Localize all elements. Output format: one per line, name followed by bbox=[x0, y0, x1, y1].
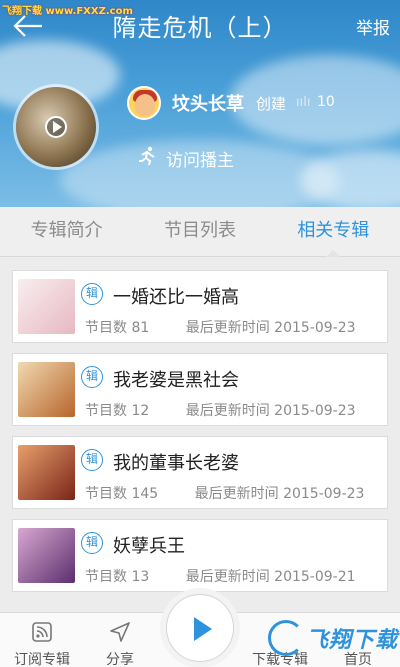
play-icon bbox=[194, 617, 212, 641]
album-title: 妖孽兵王 bbox=[113, 536, 185, 557]
list-item[interactable]: 辑 我的董事长老婆 节目数 145 最后更新时间 2015-09-23 bbox=[12, 436, 388, 509]
send-icon bbox=[110, 622, 130, 642]
headphones-icon: ıılı bbox=[296, 95, 311, 110]
logo-text: 飞翔下载 bbox=[306, 628, 399, 653]
album-cover bbox=[18, 445, 75, 500]
player-button[interactable] bbox=[166, 594, 234, 662]
album-badge: 辑 bbox=[81, 449, 103, 471]
subscribe-label: 订阅专辑 bbox=[14, 652, 70, 667]
last-updated: 最后更新时间 2015-09-23 bbox=[185, 320, 356, 336]
tab-album-intro[interactable]: 专辑简介 bbox=[0, 207, 133, 256]
last-updated: 最后更新时间 2015-09-21 bbox=[185, 569, 356, 585]
tab-episode-list[interactable]: 节目列表 bbox=[133, 207, 266, 256]
rss-icon bbox=[32, 622, 52, 642]
site-logo: 飞翔下载 bbox=[268, 618, 398, 666]
album-cover bbox=[18, 279, 75, 334]
album-cover-disc[interactable] bbox=[16, 87, 96, 167]
last-updated: 最后更新时间 2015-09-23 bbox=[185, 403, 356, 419]
subscribe-button[interactable]: 订阅专辑 bbox=[2, 613, 82, 667]
author-name[interactable]: 坟头长草 bbox=[172, 90, 244, 116]
album-title: 我老婆是黑社会 bbox=[113, 370, 239, 391]
episode-count: 节目数 13 bbox=[85, 569, 150, 585]
play-count: 10 bbox=[317, 94, 335, 110]
album-badge: 辑 bbox=[81, 532, 103, 554]
runner-icon bbox=[137, 146, 157, 166]
album-badge: 辑 bbox=[81, 366, 103, 388]
list-item[interactable]: 辑 我老婆是黑社会 节目数 12 最后更新时间 2015-09-23 bbox=[12, 353, 388, 426]
album-cover bbox=[18, 362, 75, 417]
tab-bar: 专辑简介 节目列表 相关专辑 bbox=[0, 207, 400, 257]
share-label: 分享 bbox=[106, 652, 134, 667]
album-header: 飞翔下载 www.FXXZ.com 隋走危机（上） 举报 坟头长草 创建 ııl… bbox=[0, 0, 400, 207]
last-updated: 最后更新时间 2015-09-23 bbox=[194, 486, 365, 502]
album-title: 我的董事长老婆 bbox=[113, 453, 239, 474]
play-icon bbox=[45, 116, 67, 138]
related-album-list[interactable]: 辑 一婚还比一婚高 节目数 81 最后更新时间 2015-09-23 辑 我老婆… bbox=[0, 258, 400, 608]
created-label: 创建 bbox=[256, 95, 287, 113]
album-cover bbox=[18, 528, 75, 583]
list-item[interactable]: 辑 一婚还比一婚高 节目数 81 最后更新时间 2015-09-23 bbox=[12, 270, 388, 343]
page-title: 隋走危机（上） bbox=[112, 14, 288, 42]
tab-related-albums[interactable]: 相关专辑 bbox=[267, 207, 400, 257]
album-badge: 辑 bbox=[81, 283, 103, 305]
episode-count: 节目数 12 bbox=[85, 403, 150, 419]
logo-swirl-icon bbox=[268, 620, 304, 656]
list-item[interactable]: 辑 妖孽兵王 节目数 13 最后更新时间 2015-09-21 bbox=[12, 519, 388, 592]
episode-count: 节目数 81 bbox=[85, 320, 150, 336]
album-title: 一婚还比一婚高 bbox=[113, 287, 239, 308]
visit-host-link[interactable]: 访问播主 bbox=[166, 146, 234, 171]
avatar[interactable] bbox=[127, 86, 161, 120]
report-button[interactable]: 举报 bbox=[356, 14, 390, 39]
episode-count: 节目数 145 bbox=[85, 486, 159, 502]
share-button[interactable]: 分享 bbox=[80, 613, 160, 667]
